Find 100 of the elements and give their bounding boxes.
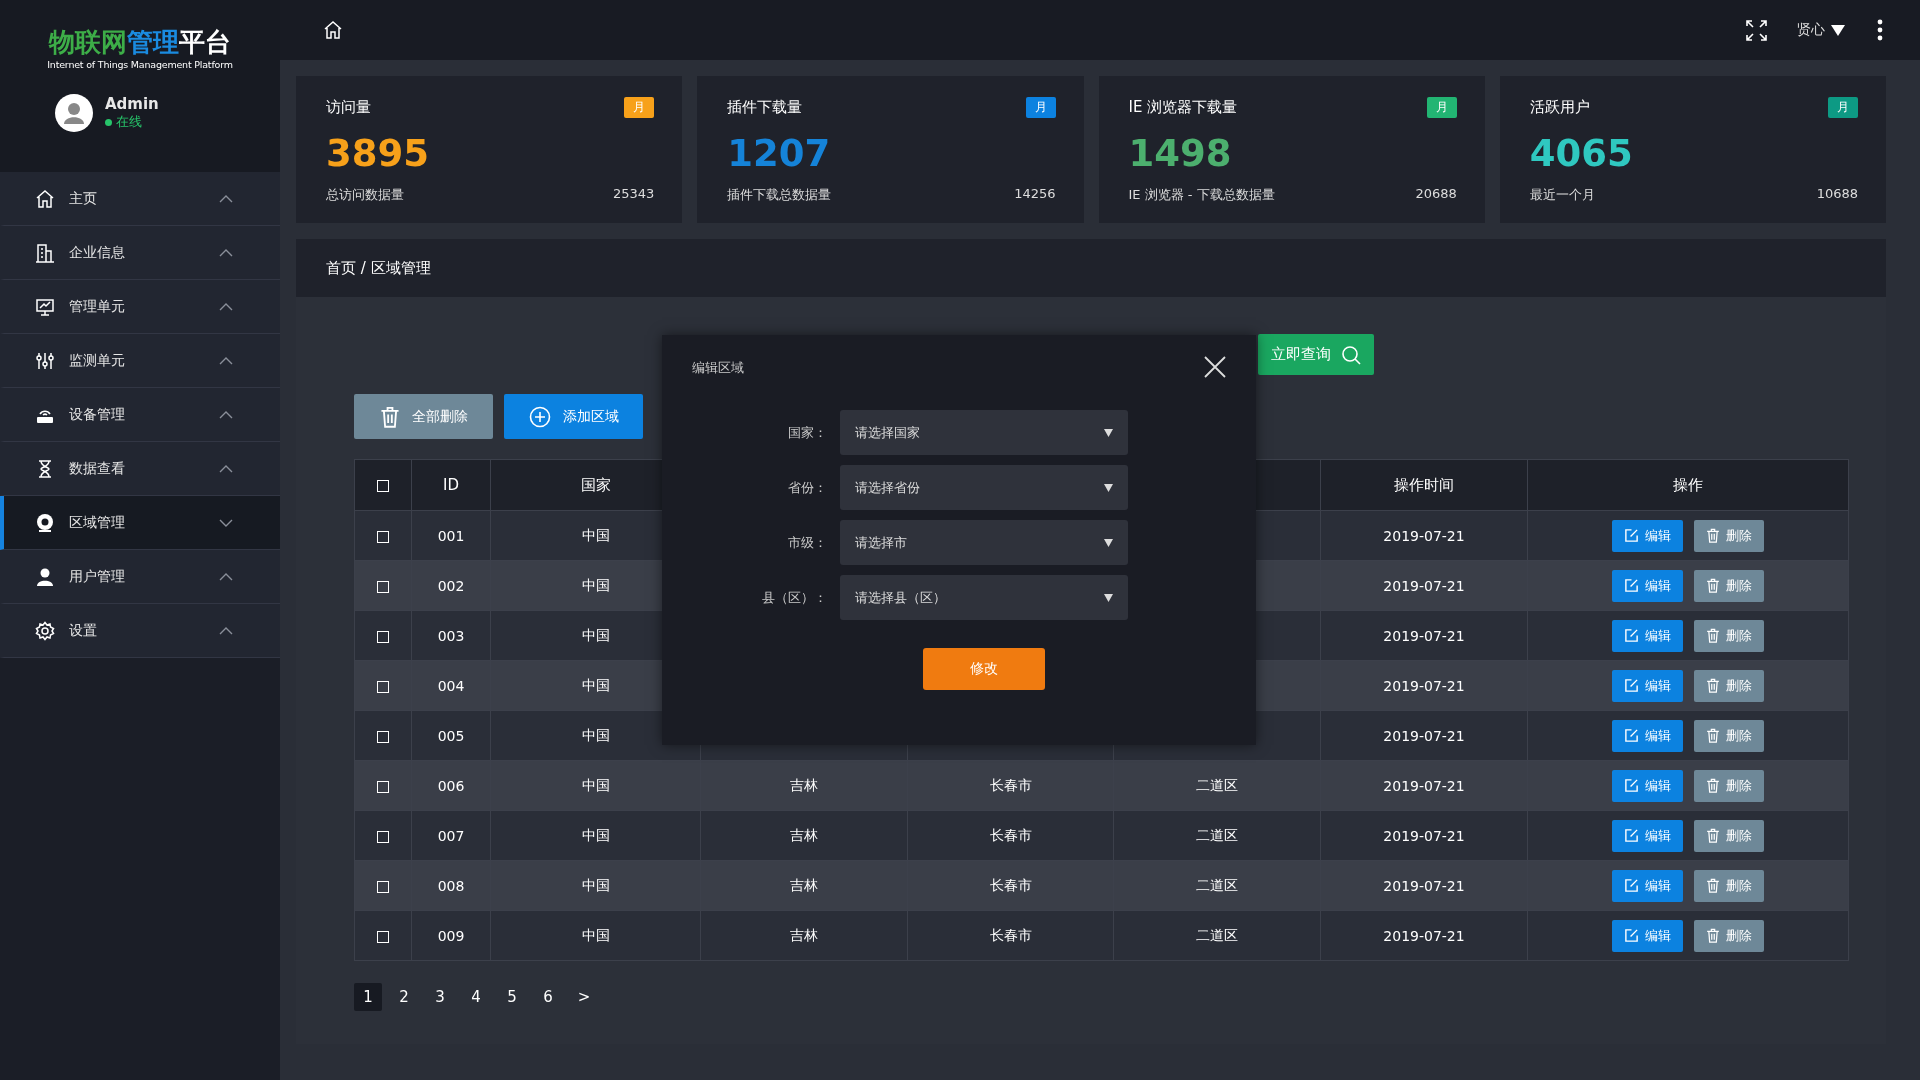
chevron-up-icon: [219, 356, 233, 365]
checkbox[interactable]: [377, 530, 389, 543]
close-icon[interactable]: [1204, 356, 1226, 378]
chevron-up-icon: [219, 626, 233, 635]
sidebar-item[interactable]: 设置: [0, 604, 280, 658]
delete-button[interactable]: 删除: [1694, 819, 1764, 852]
page-link[interactable]: 6: [534, 983, 562, 1011]
page-link[interactable]: 1: [354, 983, 382, 1011]
field-label: 县（区）：: [761, 588, 827, 607]
select-field[interactable]: 请选择省份: [840, 465, 1128, 510]
home-icon: [35, 188, 55, 209]
delete-all-button[interactable]: 全部删除: [354, 394, 493, 439]
edit-button[interactable]: 编辑: [1612, 769, 1683, 802]
checkbox[interactable]: [377, 580, 389, 593]
page-link[interactable]: 5: [498, 983, 526, 1011]
home-icon[interactable]: [323, 20, 343, 40]
chevron-up-icon: [219, 464, 233, 473]
next-page-link[interactable]: >: [570, 983, 598, 1011]
table-cell: 中国: [581, 776, 610, 793]
column-header: 操作时间: [1394, 475, 1454, 494]
checkbox[interactable]: [377, 680, 389, 693]
delete-button[interactable]: 删除: [1694, 519, 1764, 552]
table-cell: 吉林: [790, 876, 818, 893]
edit-icon: [1624, 778, 1639, 793]
checkbox[interactable]: [377, 780, 389, 793]
edit-button[interactable]: 编辑: [1612, 619, 1683, 652]
edit-icon: [1624, 578, 1639, 593]
edit-icon: [1624, 678, 1639, 693]
trash-icon: [379, 405, 400, 428]
delete-button[interactable]: 删除: [1694, 869, 1764, 902]
more-icon[interactable]: [1877, 19, 1883, 41]
table-cell: 二道区: [1196, 876, 1238, 893]
delete-button[interactable]: 删除: [1694, 719, 1764, 752]
table-cell: 长春市: [989, 926, 1032, 943]
search-button[interactable]: 立即查询: [1258, 334, 1374, 375]
delete-button[interactable]: 删除: [1694, 619, 1764, 652]
edit-button[interactable]: 编辑: [1612, 719, 1683, 752]
edit-button[interactable]: 编辑: [1612, 669, 1683, 702]
avatar-icon: [55, 94, 93, 132]
period-badge: 月: [1025, 96, 1056, 118]
sidebar-item[interactable]: 数据查看: [0, 442, 280, 496]
table-cell: 二道区: [1196, 926, 1238, 943]
edit-button[interactable]: 编辑: [1612, 569, 1683, 602]
sidebar-item[interactable]: 用户管理: [0, 550, 280, 604]
edit-icon: [1624, 528, 1639, 543]
trash-icon: [1706, 728, 1720, 743]
trash-icon: [1706, 778, 1720, 793]
fullscreen-icon[interactable]: [1746, 19, 1767, 41]
table-cell: 中国: [581, 876, 610, 893]
sidebar-item[interactable]: 区域管理: [0, 496, 280, 550]
user-menu[interactable]: 贤心: [1797, 21, 1845, 39]
edit-button[interactable]: 编辑: [1612, 519, 1683, 552]
checkbox[interactable]: [377, 630, 389, 643]
add-region-button[interactable]: 添加区域: [504, 394, 643, 439]
sidebar-item[interactable]: 企业信息: [0, 226, 280, 280]
table-cell: 008: [437, 877, 465, 894]
page-link[interactable]: 4: [462, 983, 490, 1011]
edit-icon: [1624, 628, 1639, 643]
column-header: ID: [443, 476, 459, 494]
webcam-icon: [35, 512, 55, 533]
edit-button[interactable]: 编辑: [1612, 819, 1683, 852]
checkbox[interactable]: [377, 479, 389, 492]
checkbox[interactable]: [377, 830, 389, 843]
edit-button[interactable]: 编辑: [1612, 869, 1683, 902]
add-icon: [528, 405, 551, 428]
stat-title: IE 浏览器下载量: [1128, 97, 1238, 117]
sidebar-item[interactable]: 设备管理: [0, 388, 280, 442]
dropdown-arrow-icon: [1104, 593, 1113, 602]
delete-button[interactable]: 删除: [1694, 919, 1764, 952]
stat-total: 20688: [1415, 186, 1457, 203]
table-cell: 中国: [581, 576, 610, 593]
delete-button[interactable]: 删除: [1694, 569, 1764, 602]
select-field[interactable]: 请选择县（区）: [840, 575, 1128, 620]
table-cell: 2019-07-21: [1383, 677, 1465, 694]
checkbox[interactable]: [377, 930, 389, 943]
table-cell: 2019-07-21: [1383, 877, 1465, 894]
select-field[interactable]: 请选择市: [840, 520, 1128, 565]
page-link[interactable]: 3: [426, 983, 454, 1011]
field-label: 国家：: [787, 423, 827, 442]
edit-button[interactable]: 编辑: [1612, 919, 1683, 952]
sidebar-item[interactable]: 管理单元: [0, 280, 280, 334]
delete-button[interactable]: 删除: [1694, 769, 1764, 802]
breadcrumb: 首页 / 区域管理: [296, 239, 1886, 297]
stat-value: 4065: [1529, 132, 1634, 176]
table-cell: 长春市: [989, 826, 1032, 843]
select-field[interactable]: 请选择国家: [840, 410, 1128, 455]
stat-title: 活跃用户: [1529, 97, 1590, 117]
table-cell: 009: [437, 927, 465, 944]
building-icon: [35, 242, 55, 263]
page-link[interactable]: 2: [390, 983, 418, 1011]
sidebar-item[interactable]: 主页: [0, 172, 280, 226]
checkbox[interactable]: [377, 880, 389, 893]
sidebar-item[interactable]: 监测单元: [0, 334, 280, 388]
delete-button[interactable]: 删除: [1694, 669, 1764, 702]
checkbox[interactable]: [377, 730, 389, 743]
dropdown-arrow-icon: [1104, 428, 1113, 437]
user-name: Admin: [105, 95, 159, 113]
table-cell: 2019-07-21: [1383, 777, 1465, 794]
submit-button[interactable]: 修改: [923, 648, 1045, 690]
table-cell: 吉林: [790, 926, 818, 943]
